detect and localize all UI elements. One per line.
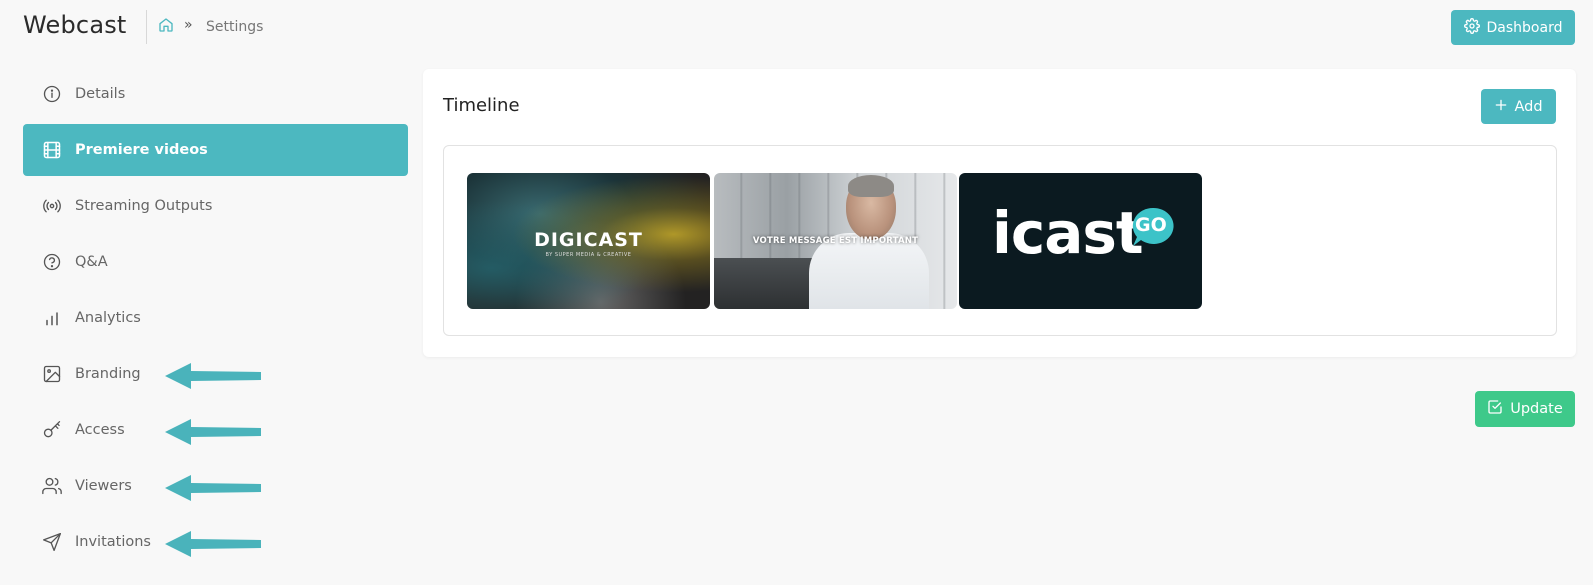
- card-title: Timeline: [443, 95, 520, 116]
- sidebar-item-branding[interactable]: Branding: [23, 348, 408, 400]
- sidebar-item-label: Viewers: [75, 478, 132, 494]
- timeline-card: Timeline Add DIGICAST BY SUPER MEDIA & C…: [423, 69, 1576, 357]
- bar-chart-icon: [42, 308, 62, 328]
- video-thumbnail[interactable]: VOTRE MESSAGE EST IMPORTANT: [714, 173, 957, 309]
- send-icon: [42, 532, 62, 552]
- film-icon: [42, 140, 62, 160]
- sidebar-item-label: Access: [75, 422, 125, 438]
- info-icon: [42, 84, 62, 104]
- sidebar-item-qa[interactable]: Q&A: [23, 236, 408, 288]
- key-icon: [42, 420, 62, 440]
- sidebar-item-streaming-outputs[interactable]: Streaming Outputs: [23, 180, 408, 232]
- pointer-arrow-icon: [165, 419, 261, 445]
- sidebar-item-label: Analytics: [75, 310, 141, 326]
- header-divider: [146, 10, 147, 44]
- check-square-icon: [1487, 399, 1503, 419]
- sidebar-item-label: Premiere videos: [75, 142, 208, 158]
- sidebar-item-label: Branding: [75, 366, 141, 382]
- video-title: DIGICAST: [534, 229, 643, 251]
- add-button[interactable]: Add: [1481, 89, 1556, 124]
- add-button-label: Add: [1514, 98, 1543, 115]
- broadcast-icon: [42, 196, 62, 216]
- breadcrumb-current: Settings: [206, 19, 264, 35]
- video-title: icast: [992, 199, 1144, 267]
- sidebar-item-details[interactable]: Details: [23, 68, 408, 120]
- sidebar-item-analytics[interactable]: Analytics: [23, 292, 408, 344]
- video-thumbnail[interactable]: icast GO: [959, 173, 1202, 309]
- dashboard-button[interactable]: Dashboard: [1451, 10, 1575, 45]
- update-button[interactable]: Update: [1475, 391, 1575, 427]
- sidebar-item-label: Details: [75, 86, 126, 102]
- home-icon[interactable]: [158, 17, 174, 33]
- update-button-label: Update: [1510, 401, 1563, 417]
- gear-icon: [1463, 17, 1480, 38]
- sidebar-item-label: Streaming Outputs: [75, 198, 213, 214]
- breadcrumb-separator: »: [184, 17, 193, 33]
- video-thumbnail[interactable]: DIGICAST BY SUPER MEDIA & CREATIVE: [467, 173, 710, 309]
- help-circle-icon: [42, 252, 62, 272]
- sidebar-item-viewers[interactable]: Viewers: [23, 460, 408, 512]
- video-badge: GO: [1135, 214, 1167, 236]
- pointer-arrow-icon: [165, 363, 261, 389]
- video-subtitle: BY SUPER MEDIA & CREATIVE: [545, 252, 632, 258]
- plus-icon: [1494, 98, 1508, 116]
- users-icon: [42, 476, 62, 496]
- video-title: VOTRE MESSAGE EST IMPORTANT: [752, 236, 919, 246]
- sidebar-item-invitations[interactable]: Invitations: [23, 516, 408, 568]
- pointer-arrow-icon: [165, 531, 261, 557]
- pointer-arrow-icon: [165, 475, 261, 501]
- sidebar-item-premiere-videos[interactable]: Premiere videos: [23, 124, 408, 176]
- dashboard-button-label: Dashboard: [1486, 19, 1563, 36]
- sidebar-item-label: Invitations: [75, 534, 151, 550]
- timeline-list: DIGICAST BY SUPER MEDIA & CREATIVE VOTRE…: [443, 145, 1557, 336]
- sidebar-item-access[interactable]: Access: [23, 404, 408, 456]
- sidebar: Details Premiere videos Streaming Output…: [23, 68, 408, 572]
- sidebar-item-label: Q&A: [75, 254, 108, 270]
- image-icon: [42, 364, 62, 384]
- header: Webcast » Settings Dashboard: [0, 0, 1593, 54]
- app-title: Webcast: [23, 11, 127, 39]
